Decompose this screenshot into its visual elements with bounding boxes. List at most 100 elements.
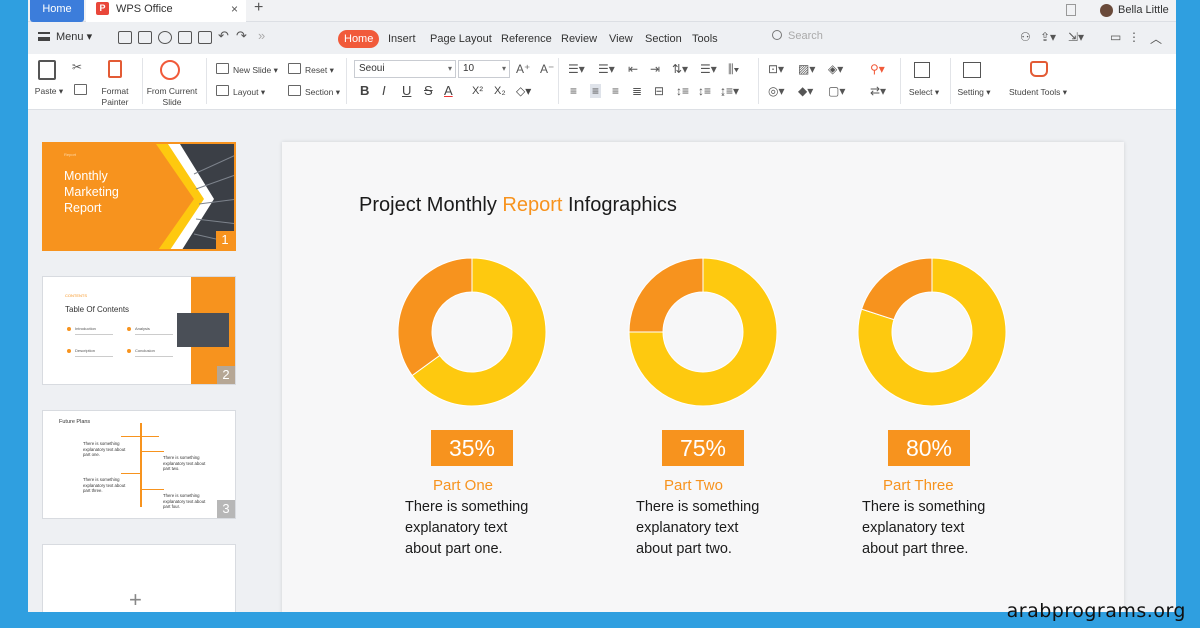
new-tab-button[interactable]: + [254,0,263,17]
superscript-button[interactable]: X² [472,84,483,98]
document-tab[interactable]: P WPS Office × [86,0,246,22]
redo-icon[interactable]: ↷ [236,28,247,44]
tab-review[interactable]: Review [556,30,602,48]
decrease-indent-icon[interactable]: ⇤ [628,62,638,76]
reset-icon[interactable] [288,63,301,74]
find-icon[interactable]: ⚲▾ [870,62,885,76]
font-size-select[interactable]: 10 ▾ [458,60,510,78]
menu-button[interactable]: Menu ▾ [38,30,92,43]
copy-icon[interactable] [74,84,87,95]
tab-page-layout[interactable]: Page Layout [425,30,497,48]
shapes-icon[interactable]: ◎▾ [768,84,785,98]
more-icon[interactable]: » [258,28,265,43]
underline-button[interactable]: U [402,84,411,98]
align-text-icon[interactable]: ☰▾ [700,62,717,76]
slide-thumbnail-2[interactable]: CONTENTS Table Of Contents Introduction … [42,276,236,385]
bold-button[interactable]: B [360,84,369,98]
line-spacing-icon[interactable]: ↕≡ [676,84,689,98]
fill-icon[interactable]: ◈▾ [828,62,843,76]
numbering-icon[interactable]: ☰▾ [598,62,615,76]
picture-icon[interactable]: ▨▾ [798,62,815,76]
font-name-select[interactable]: Seoui ▾ [354,60,456,78]
textbox-icon[interactable]: ⊡▾ [768,62,784,76]
export-icon[interactable]: ⇲▾ [1068,30,1084,44]
subscript-button[interactable]: X₂ [494,84,506,98]
home-tab[interactable]: Home [30,0,84,22]
donut-chart-part-two[interactable] [628,257,778,407]
format-painter-icon[interactable] [108,60,122,78]
tab-insert[interactable]: Insert [383,30,421,48]
window-layout-icon[interactable] [1066,4,1076,16]
layout-button[interactable]: Layout ▾ [233,87,265,98]
paste-icon[interactable] [38,60,56,80]
play-slide-icon[interactable] [160,60,180,80]
print-preview-icon[interactable] [198,31,212,44]
bullets-icon[interactable]: ☰▾ [568,62,585,76]
clear-format-icon[interactable]: ◇▾ [516,84,531,98]
setting-icon[interactable] [963,62,981,78]
slide-title[interactable]: Project Monthly Report Infographics [359,194,677,217]
spacing-icon[interactable]: ↨≡▾ [720,84,739,98]
increase-indent-icon[interactable]: ⇥ [650,62,660,76]
collapse-ribbon-icon[interactable]: ︿ [1150,30,1162,47]
shrink-font-button[interactable]: A⁻ [540,62,554,76]
align-center-icon[interactable]: ≡ [590,84,602,98]
undo-icon[interactable]: ↶ [218,28,229,44]
export-pdf-icon[interactable] [158,31,172,44]
outline-icon[interactable]: ▢▾ [828,84,845,98]
tab-tools[interactable]: Tools [687,30,723,48]
align-left-icon[interactable]: ≡ [570,84,577,98]
arrange-icon[interactable]: ◆▾ [798,84,813,98]
text-direction-icon[interactable]: ⇅▾ [672,62,688,76]
cut-icon[interactable]: ✂ [72,60,82,74]
add-slide-button[interactable]: + [42,544,236,612]
more-options-icon[interactable]: ⋮ [1128,30,1140,44]
new-slide-icon[interactable] [216,63,229,74]
share-icon[interactable]: ⇪▾ [1040,30,1056,44]
reset-button[interactable]: Reset ▾ [305,65,334,76]
search-input[interactable]: Search [772,30,823,42]
from-current-slide-button[interactable]: From Current Slide [142,86,202,108]
save-icon[interactable] [138,31,152,44]
replace-icon[interactable]: ⇄▾ [870,84,886,98]
open-folder-icon[interactable] [118,31,132,44]
thumbnail-item: Introduction [75,326,96,331]
student-cap-icon[interactable] [1030,61,1048,77]
setting-button[interactable]: Setting ▾ [954,87,994,98]
grow-font-button[interactable]: A⁺ [516,62,530,76]
distribute-icon[interactable]: ⊟ [654,84,664,98]
donut-chart-part-one[interactable] [397,257,547,407]
section-button[interactable]: Section ▾ [305,87,340,98]
donut-chart-part-three[interactable] [857,257,1007,407]
share-user-icon[interactable]: ⚇ [1020,30,1031,44]
font-color-button[interactable]: A [444,84,453,98]
tab-home[interactable]: Home [338,30,380,48]
strikethrough-button[interactable]: S [424,84,433,98]
format-painter-button[interactable]: Format Painter [94,86,136,108]
columns-icon[interactable]: ⫼▾ [728,62,739,76]
comment-icon[interactable]: ▭ [1110,30,1121,44]
paste-button[interactable]: Paste ▾ [32,86,66,97]
section-icon[interactable] [288,85,301,96]
italic-button[interactable]: I [382,84,386,98]
slide-thumbnail-3[interactable]: Future Plans There is something explanat… [42,410,236,519]
layout-icon[interactable] [216,85,229,96]
tab-reference[interactable]: Reference [496,30,557,48]
slide-thumbnail-1[interactable]: Report Monthly Marketing Report 1 [42,142,236,251]
new-slide-button[interactable]: New Slide ▾ [233,65,278,76]
select-icon[interactable] [914,62,930,78]
tab-section[interactable]: Section [640,30,687,48]
avatar[interactable] [1100,4,1113,17]
username[interactable]: Bella Little [1118,4,1169,16]
tab-view[interactable]: View [604,30,638,48]
student-tools-button[interactable]: Student Tools ▾ [1004,87,1072,98]
print-icon[interactable] [178,31,192,44]
align-right-icon[interactable]: ≡ [612,84,619,98]
thumbnail-title: Table Of Contents [65,305,130,314]
justify-icon[interactable]: ≣ [632,84,642,98]
select-button[interactable]: Select ▾ [904,87,944,98]
close-tab-icon[interactable]: × [231,0,238,18]
paragraph-spacing-icon[interactable]: ↕≡ [698,84,711,98]
slide-number: 2 [217,366,235,384]
slide-canvas[interactable]: Project Monthly Report Infographics 35% … [282,142,1124,612]
